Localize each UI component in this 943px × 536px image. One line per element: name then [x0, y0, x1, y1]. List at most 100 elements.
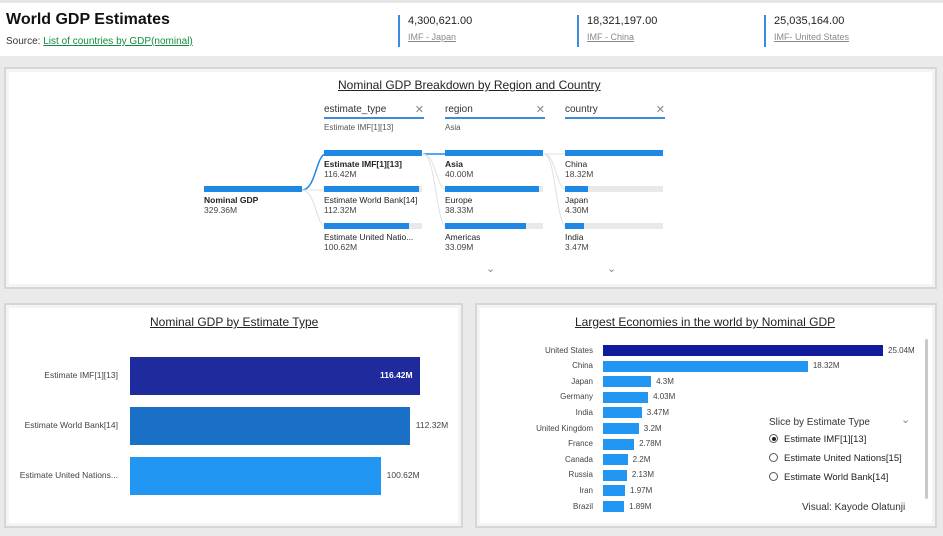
largest-economies-panel: Largest Economies in the world by Nomina…	[475, 303, 937, 528]
node-value: 100.62M	[324, 242, 358, 252]
node-value: 112.32M	[324, 205, 357, 215]
connector-region-to-country-2	[543, 153, 568, 191]
node-bar	[324, 150, 422, 156]
data-label: 3.2M	[643, 423, 662, 433]
category-label: Estimate United Nations...	[19, 470, 118, 480]
data-label: 18.32M	[812, 361, 840, 371]
node-bar-track	[565, 186, 663, 192]
decomp-node[interactable]: Japan 4.30M	[565, 186, 663, 215]
radio-button[interactable]	[769, 472, 778, 481]
decomp-node[interactable]: Estimate World Bank[14] 112.32M	[324, 186, 422, 215]
node-label: China	[565, 159, 588, 169]
node-bar-track	[445, 186, 543, 192]
slicer-option[interactable]: Estimate United Nations[15]	[769, 453, 902, 464]
decomp-node[interactable]: Americas 33.09M	[445, 223, 543, 252]
decomp-node[interactable]: Europe 38.33M	[445, 186, 543, 215]
column-header-estimate-type[interactable]: estimate_type ✕	[324, 104, 424, 119]
kpi-card-japan: 4,300,621.00 IMF - Japan	[398, 15, 472, 47]
radio-button[interactable]	[769, 434, 778, 443]
decomp-root-node[interactable]: Nominal GDP 329.36M	[204, 186, 302, 215]
page-title: World GDP Estimates	[6, 11, 170, 28]
connector-region-to-country-3	[543, 153, 568, 228]
chevron-down-icon[interactable]: ⌄	[486, 262, 495, 275]
bar[interactable]	[603, 407, 642, 419]
bar[interactable]	[603, 438, 635, 450]
category-label: China	[572, 361, 593, 371]
decomp-node[interactable]: Estimate United Natio... 100.62M	[324, 223, 422, 252]
bar[interactable]	[603, 391, 649, 403]
column-filter-estimate-type: Estimate IMF[1][13]	[324, 123, 394, 132]
category-label: Canada	[564, 454, 593, 464]
column-header-country[interactable]: country ✕	[565, 104, 665, 119]
source-prefix: Source:	[6, 36, 44, 47]
bar[interactable]	[603, 454, 628, 466]
kpi-value: 18,321,197.00	[587, 15, 658, 27]
bar[interactable]	[603, 501, 625, 512]
report-header: World GDP Estimates Source: List of coun…	[0, 0, 943, 56]
close-icon[interactable]: ✕	[536, 103, 545, 116]
bar[interactable]	[603, 423, 639, 434]
node-value: 3.47M	[565, 242, 589, 252]
connector-estimate-to-region-3	[422, 153, 448, 228]
bar[interactable]	[603, 469, 627, 481]
decomposition-tree-panel: Nominal GDP Breakdown by Region and Coun…	[4, 67, 937, 289]
decomp-node[interactable]: Estimate IMF[1][13] 116.42M	[324, 150, 422, 179]
category-label: India	[575, 407, 593, 417]
slicer-option-label: Estimate World Bank[14]	[784, 472, 889, 483]
node-value: 18.32M	[565, 169, 594, 179]
chevron-down-icon[interactable]: ⌄	[901, 413, 910, 426]
data-label: 4.3M	[656, 376, 674, 386]
node-bar-track	[565, 223, 663, 229]
kpi-label: IMF - China	[587, 32, 635, 42]
column-header-label: estimate_type	[324, 104, 387, 115]
bar[interactable]	[603, 485, 626, 497]
data-label: 2.2M	[632, 454, 651, 464]
node-value: 33.09M	[445, 242, 474, 252]
column-header-region[interactable]: region ✕	[445, 104, 545, 119]
node-bar	[565, 186, 589, 192]
source-line: Source: List of countries by GDP(nominal…	[6, 36, 193, 47]
node-bar	[565, 150, 663, 156]
close-icon[interactable]: ✕	[415, 103, 424, 116]
kpi-value: 25,035,164.00	[774, 15, 845, 27]
data-label: 25.04M	[888, 345, 915, 355]
close-icon[interactable]: ✕	[656, 103, 665, 116]
data-label: 100.62M	[386, 470, 420, 480]
category-label: United States	[544, 345, 593, 355]
category-label: Iran	[579, 485, 593, 495]
bar[interactable]	[603, 360, 808, 372]
bar[interactable]	[603, 345, 883, 356]
category-label: Brazil	[572, 501, 593, 511]
decomp-node[interactable]: China 18.32M	[565, 150, 663, 179]
bar[interactable]	[130, 357, 420, 395]
decomp-node[interactable]: India 3.47M	[565, 223, 663, 252]
node-value: 329.36M	[204, 205, 238, 215]
slicer-title: Slice by Estimate Type	[769, 417, 870, 428]
radio-button[interactable]	[769, 453, 778, 462]
node-label: Nominal GDP	[204, 195, 259, 205]
column-header-label: region	[445, 104, 473, 115]
bar[interactable]	[603, 376, 652, 388]
slicer-option-label: Estimate IMF[1][13]	[784, 434, 867, 445]
node-value: 38.33M	[445, 205, 474, 215]
connector-root-to-estimate-3	[301, 189, 327, 228]
bar[interactable]	[130, 457, 381, 495]
slicer-option[interactable]: Estimate World Bank[14]	[769, 472, 888, 483]
category-label: Estimate IMF[1][13]	[44, 370, 118, 380]
chevron-down-icon[interactable]: ⌄	[607, 262, 616, 275]
scrollbar[interactable]	[925, 339, 928, 499]
category-label: Germany	[560, 392, 593, 402]
data-label: 1.97M	[630, 485, 653, 495]
source-link[interactable]: List of countries by GDP(nominal)	[43, 36, 193, 47]
node-bar-track	[445, 150, 543, 156]
node-value: 40.00M	[445, 169, 474, 179]
category-label: France	[568, 439, 593, 449]
data-label: 116.42M	[380, 370, 413, 380]
decomp-node[interactable]: Asia 40.00M	[445, 150, 543, 179]
bar[interactable]	[130, 407, 410, 445]
kpi-value: 4,300,621.00	[408, 15, 473, 27]
slicer-option[interactable]: Estimate IMF[1][13]	[769, 434, 866, 445]
column-header-label: country	[565, 104, 598, 115]
node-bar-track	[445, 223, 543, 229]
column-filter-region: Asia	[445, 123, 461, 132]
